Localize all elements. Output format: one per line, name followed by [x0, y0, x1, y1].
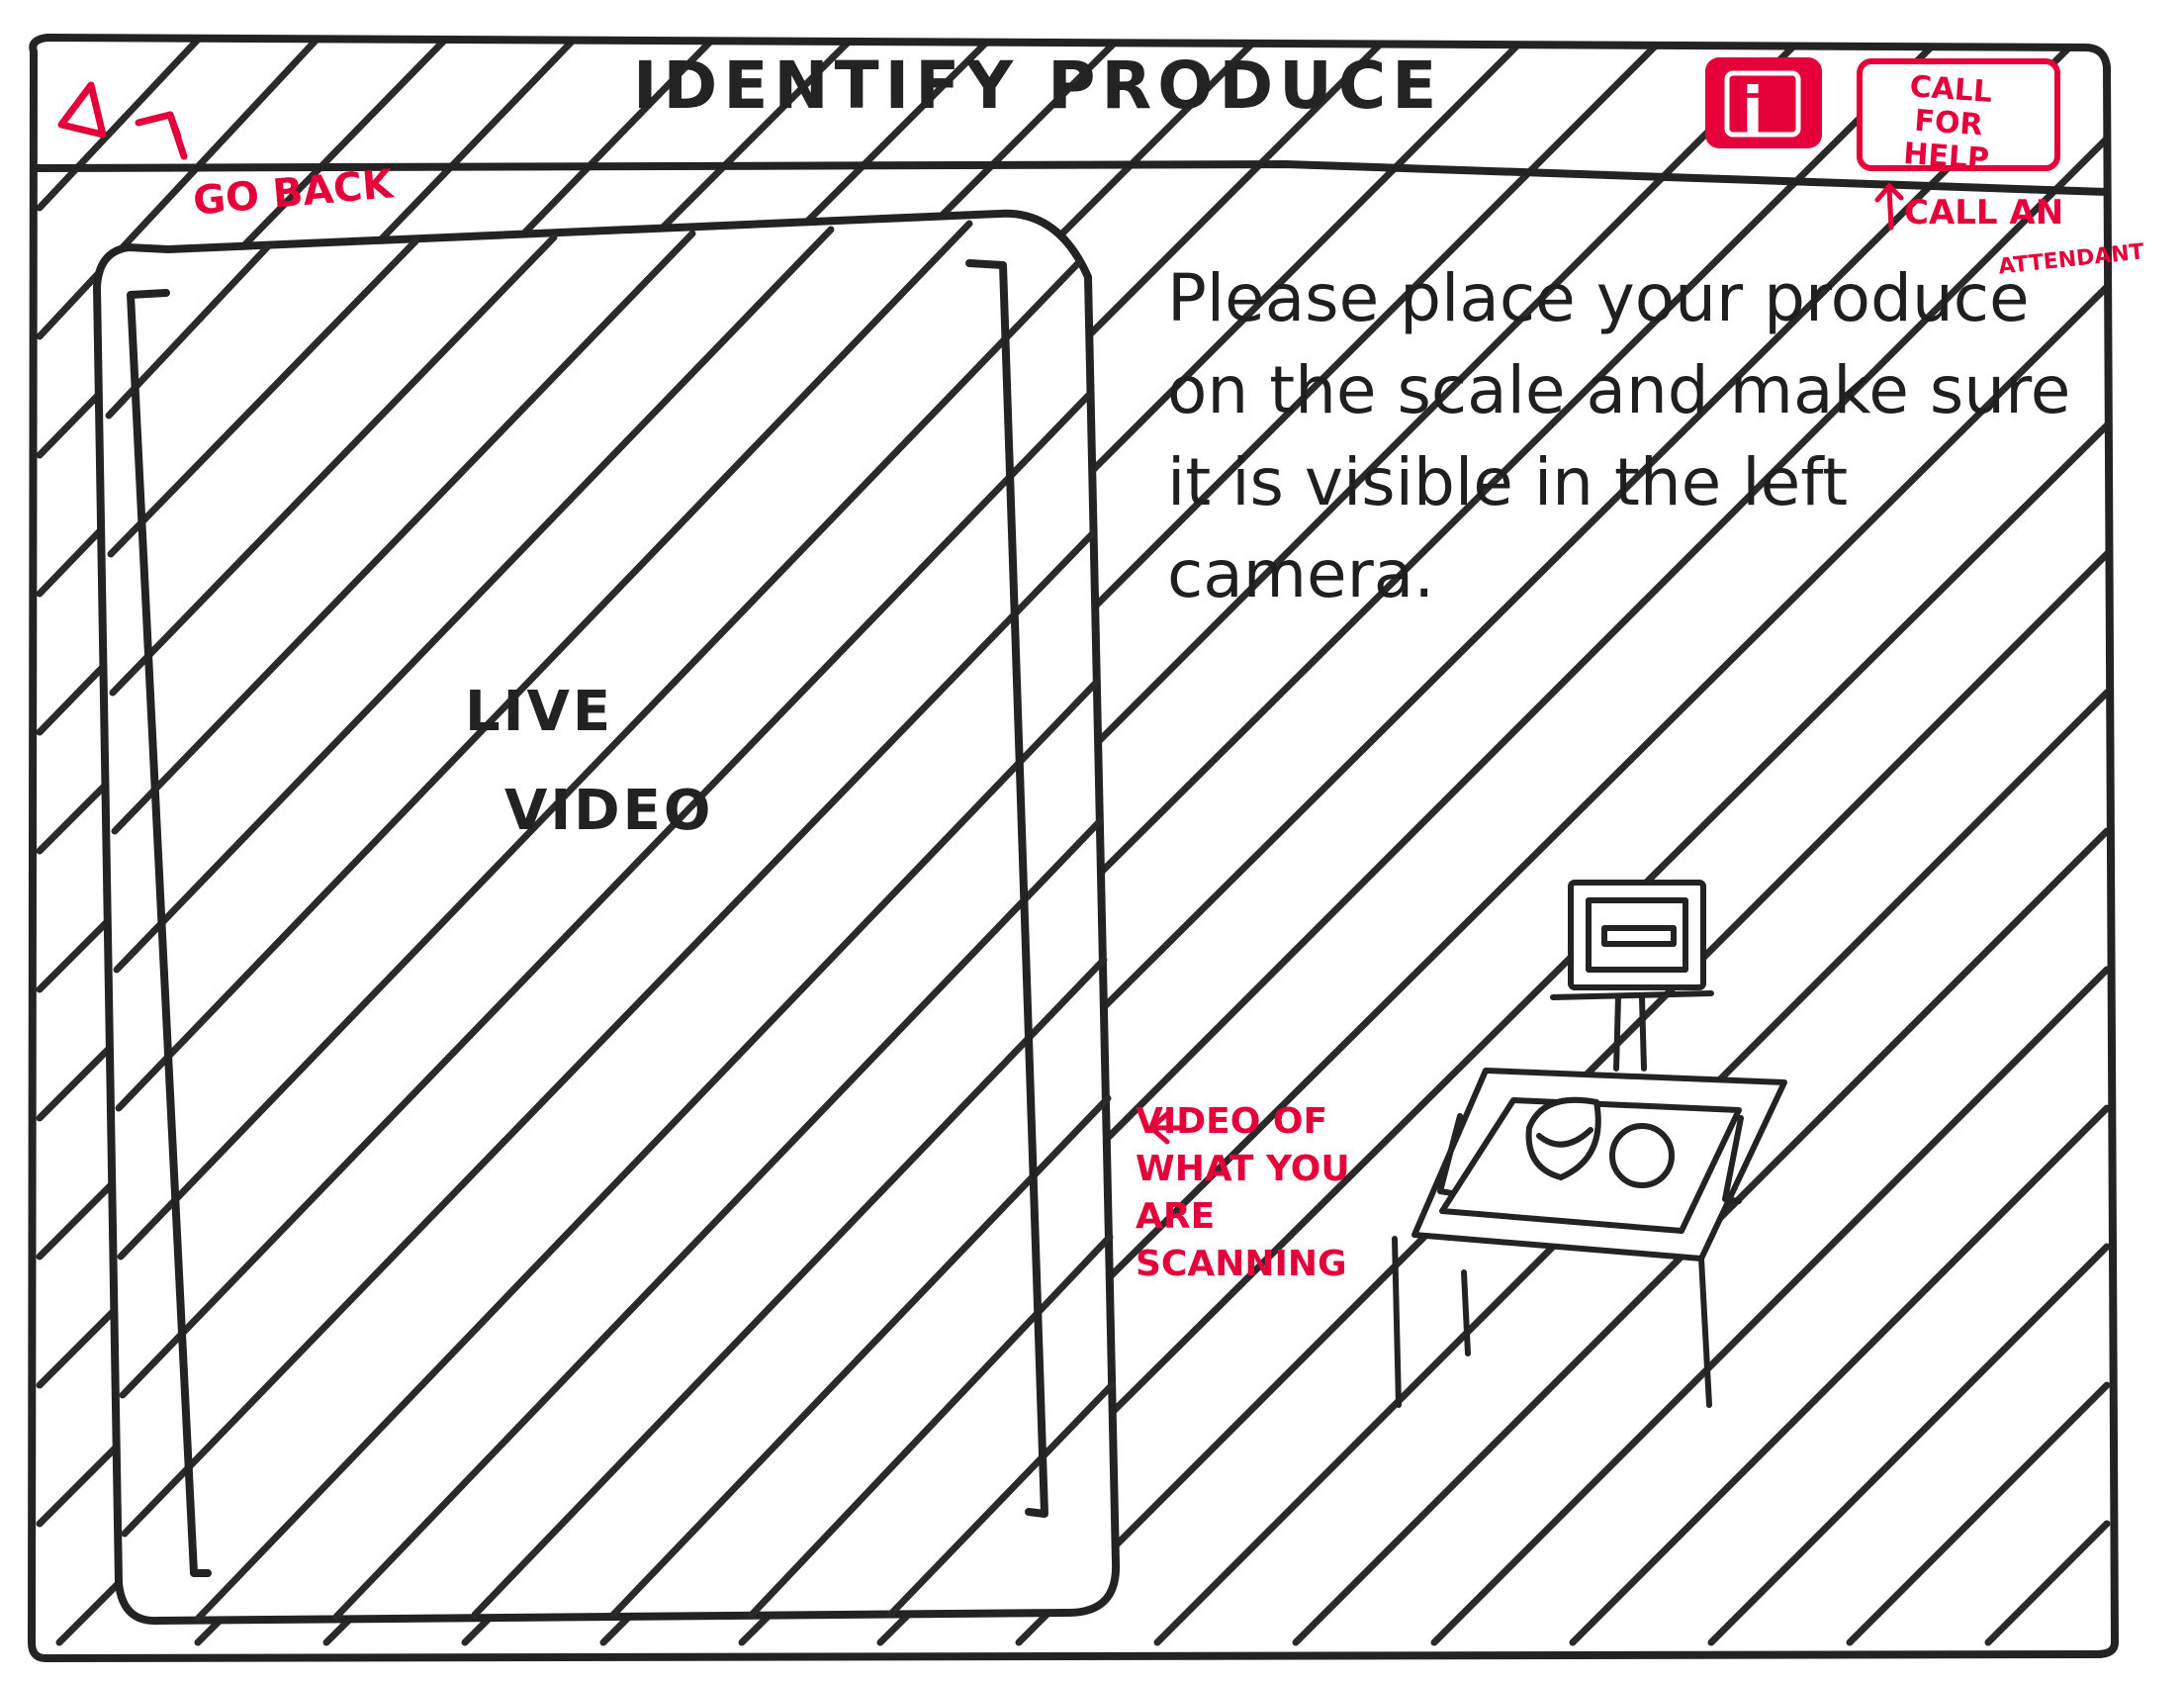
- info-icon-glyph: i: [1742, 75, 1764, 148]
- live-video-label-line1: LIVE: [465, 680, 614, 744]
- scale-illustration: [1392, 880, 1787, 1408]
- call-attendant-annotation: CALL AN: [1904, 193, 2064, 233]
- instructions-text: Please place your produce on the scale a…: [1167, 260, 2071, 612]
- live-video-label: LIVE VIDEO: [465, 663, 714, 861]
- video-annotation: VIDEO OF WHAT YOU ARE SCANNING: [1136, 1101, 1350, 1284]
- page-title: IDENTIFY PRODUCE: [633, 47, 1443, 124]
- call-for-help-label[interactable]: CALL FOR HELP: [1866, 68, 2032, 180]
- live-video-label-line2: VIDEO: [504, 779, 714, 843]
- live-video-panel: [92, 209, 1121, 1626]
